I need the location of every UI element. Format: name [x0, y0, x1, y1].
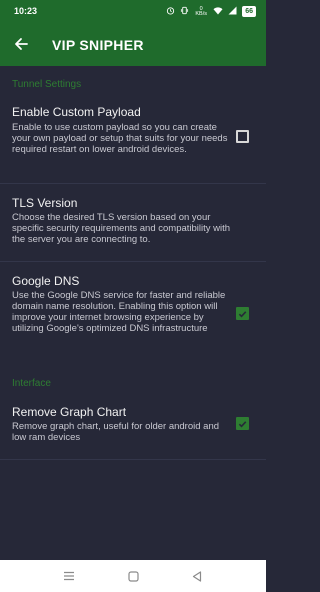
settings-list: Tunnel Settings Enable Custom Payload En…: [0, 66, 266, 560]
recents-button[interactable]: [60, 568, 78, 584]
pref-custom-payload-title: Enable Custom Payload: [12, 105, 141, 119]
pref-custom-payload[interactable]: Enable Custom Payload Enable to use cust…: [0, 98, 266, 180]
check-icon: [238, 310, 247, 318]
pref-tls-version-title: TLS Version: [12, 196, 78, 210]
pref-remove-graph-title: Remove Graph Chart: [12, 405, 127, 419]
back-nav-button[interactable]: [188, 568, 206, 584]
pref-tls-version-summary: Choose the desired TLS version based on …: [12, 212, 231, 245]
signal-icon: [228, 6, 237, 17]
home-button[interactable]: [124, 568, 142, 584]
vibrate-icon: [180, 6, 189, 17]
status-icons: 0 KB/s 66: [166, 6, 256, 17]
data-speed-icon: 0 KB/s: [195, 5, 208, 17]
remove-graph-checkbox[interactable]: [236, 417, 249, 430]
status-time: 10:23: [14, 6, 38, 16]
app-title: VIP SNIPHER: [52, 37, 144, 53]
square-icon: [127, 570, 139, 582]
triangle-back-icon: [192, 570, 202, 582]
divider: [0, 459, 266, 460]
section-header-interface: Interface: [12, 378, 51, 389]
custom-payload-checkbox[interactable]: [236, 130, 249, 143]
app-bar: VIP SNIPHER: [0, 24, 266, 66]
status-bar: 10:23 0 KB/s 66: [0, 0, 266, 24]
pref-tls-version[interactable]: TLS Version Choose the desired TLS versi…: [0, 184, 266, 260]
google-dns-checkbox[interactable]: [236, 307, 249, 320]
pref-google-dns-title: Google DNS: [12, 274, 80, 288]
section-header-tunnel-settings: Tunnel Settings: [12, 79, 82, 90]
pref-custom-payload-summary: Enable to use custom payload so you can …: [12, 122, 228, 155]
menu-icon: [64, 571, 74, 581]
pref-remove-graph[interactable]: Remove Graph Chart Remove graph chart, u…: [0, 396, 266, 458]
pref-google-dns[interactable]: Google DNS Use the Google DNS service fo…: [0, 262, 266, 366]
pref-remove-graph-summary: Remove graph chart, useful for older and…: [12, 421, 220, 443]
back-button[interactable]: [10, 33, 32, 55]
arrow-left-icon: [15, 38, 28, 50]
wifi-icon: [213, 6, 223, 17]
pref-google-dns-summary: Use the Google DNS service for faster an…: [12, 290, 226, 334]
check-icon: [238, 420, 247, 428]
alarm-icon: [166, 6, 175, 17]
system-nav-bar: [0, 560, 266, 592]
battery-icon: 66: [242, 6, 256, 17]
